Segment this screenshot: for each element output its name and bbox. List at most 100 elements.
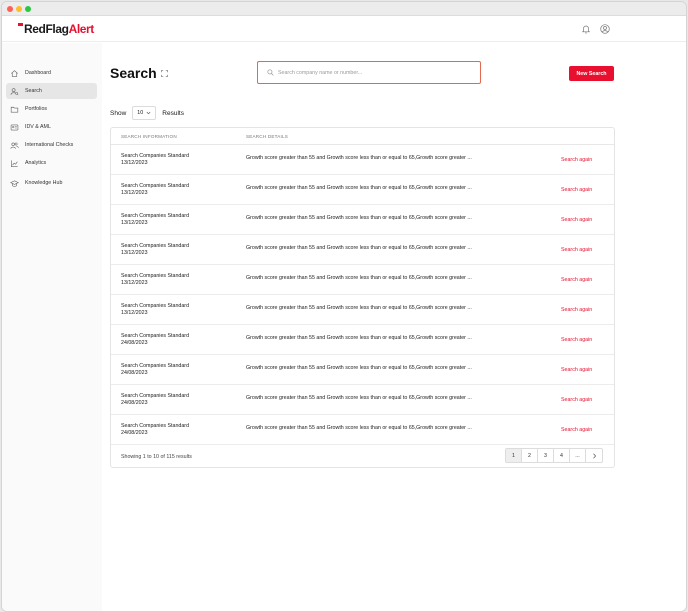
table-header: SEARCH INFORMATION SEARCH DETAILS xyxy=(111,128,614,145)
search-details: Growth score greater than 55 and Growth … xyxy=(246,395,472,401)
column-header-search-information: SEARCH INFORMATION xyxy=(121,134,177,139)
sidebar-item-label: Analytics xyxy=(25,160,47,166)
page-size-value: 10 xyxy=(137,110,144,116)
search-type: Search Companies Standard xyxy=(121,213,190,219)
sidebar-item-label: Portfolios xyxy=(25,106,48,112)
page-ellipsis[interactable]: ... xyxy=(570,449,586,462)
users-icon xyxy=(10,142,19,149)
sidebar-item-label: International Checks xyxy=(25,142,74,148)
search-again-link[interactable]: Search again xyxy=(561,337,592,343)
search-date: 24/08/2023 xyxy=(121,340,148,347)
search-date: 13/12/2023 xyxy=(121,160,148,167)
table-row: Search Companies Standard 13/12/2023 Grow… xyxy=(111,235,614,265)
user-search-icon xyxy=(10,87,19,95)
search-again-link[interactable]: Search again xyxy=(561,307,592,313)
search-history-table: SEARCH INFORMATION SEARCH DETAILS Search… xyxy=(110,127,615,468)
bell-icon[interactable] xyxy=(581,24,591,34)
search-date: 13/12/2023 xyxy=(121,280,148,287)
search-date: 24/08/2023 xyxy=(121,400,148,407)
search-again-link[interactable]: Search again xyxy=(561,187,592,193)
search-details: Growth score greater than 55 and Growth … xyxy=(246,185,472,191)
logo-text-alert: Alert xyxy=(68,22,95,36)
user-account-icon[interactable] xyxy=(600,24,610,34)
search-info-cell: Search Companies Standard 13/12/2023 xyxy=(121,183,189,198)
search-again-link[interactable]: Search again xyxy=(561,247,592,253)
page-button-1[interactable]: 1 xyxy=(506,449,522,462)
page-size-control: Show 10 Results xyxy=(110,106,184,120)
page-title: Search xyxy=(110,65,157,81)
sidebar-item-search[interactable]: Search xyxy=(6,83,97,99)
top-bar: Red Flag Alert xyxy=(2,16,686,42)
search-details: Growth score greater than 55 and Growth … xyxy=(246,275,472,281)
search-type: Search Companies Standard xyxy=(121,303,190,309)
search-type: Search Companies Standard xyxy=(121,423,190,429)
pagination: 1 2 3 4 ... xyxy=(505,448,603,463)
maximize-window-button[interactable] xyxy=(25,6,31,12)
search-again-link[interactable]: Search again xyxy=(561,157,592,163)
sidebar-item-analytics[interactable]: Analytics xyxy=(6,155,97,171)
search-info-cell: Search Companies Standard 13/12/2023 xyxy=(121,153,189,168)
logo-text-flag: Flag xyxy=(45,22,69,36)
sidebar-item-idv-aml[interactable]: IDV & AML xyxy=(6,119,97,135)
sidebar-item-label: IDV & AML xyxy=(25,124,51,130)
search-type: Search Companies Standard xyxy=(121,333,190,339)
sidebar-item-dashboard[interactable]: Dashboard xyxy=(6,65,97,81)
page-button-4[interactable]: 4 xyxy=(554,449,570,462)
company-search-box[interactable] xyxy=(257,61,481,84)
search-again-link[interactable]: Search again xyxy=(561,427,592,433)
sidebar-item-label: Search xyxy=(25,88,42,94)
expand-icon[interactable] xyxy=(161,70,168,77)
sidebar-item-portfolios[interactable]: Portfolios xyxy=(6,101,97,117)
chart-icon xyxy=(11,159,18,167)
table-row: Search Companies Standard 24/08/2023 Grow… xyxy=(111,385,614,415)
search-details: Growth score greater than 55 and Growth … xyxy=(246,305,472,311)
column-header-search-details: SEARCH DETAILS xyxy=(246,134,289,139)
search-again-link[interactable]: Search again xyxy=(561,277,592,283)
search-again-link[interactable]: Search again xyxy=(561,367,592,373)
new-search-button[interactable]: New Search xyxy=(569,66,614,81)
window-titlebar xyxy=(2,2,686,16)
close-window-button[interactable] xyxy=(7,6,13,12)
sidebar: Dashboard Search Portfolios IDV & AML In… xyxy=(2,43,102,611)
search-info-cell: Search Companies Standard 13/12/2023 xyxy=(121,213,189,228)
search-type: Search Companies Standard xyxy=(121,363,190,369)
search-info-cell: Search Companies Standard 13/12/2023 xyxy=(121,243,189,258)
page-size-select[interactable]: 10 xyxy=(132,106,157,120)
search-date: 13/12/2023 xyxy=(121,220,148,227)
table-row: Search Companies Standard 24/08/2023 Grow… xyxy=(111,415,614,445)
search-info-cell: Search Companies Standard 24/08/2023 xyxy=(121,423,189,438)
results-label: Results xyxy=(162,109,184,117)
table-row: Search Companies Standard 13/12/2023 Grow… xyxy=(111,145,614,175)
minimize-window-button[interactable] xyxy=(16,6,22,12)
page-button-2[interactable]: 2 xyxy=(522,449,538,462)
sidebar-item-label: Dashboard xyxy=(25,70,51,76)
chevron-down-icon xyxy=(146,111,151,115)
search-again-link[interactable]: Search again xyxy=(561,217,592,223)
page-button-3[interactable]: 3 xyxy=(538,449,554,462)
search-date: 24/08/2023 xyxy=(121,370,148,377)
graduation-cap-icon xyxy=(10,179,19,187)
search-again-link[interactable]: Search again xyxy=(561,397,592,403)
table-row: Search Companies Standard 13/12/2023 Grow… xyxy=(111,205,614,235)
search-date: 24/08/2023 xyxy=(121,430,148,437)
table-row: Search Companies Standard 13/12/2023 Grow… xyxy=(111,265,614,295)
search-type: Search Companies Standard xyxy=(121,153,190,159)
id-card-icon xyxy=(10,124,19,130)
table-row: Search Companies Standard 13/12/2023 Grow… xyxy=(111,175,614,205)
search-details: Growth score greater than 55 and Growth … xyxy=(246,335,472,341)
sidebar-item-knowledge-hub[interactable]: Knowledge Hub xyxy=(6,175,97,191)
search-info-cell: Search Companies Standard 24/08/2023 xyxy=(121,393,189,408)
search-details: Growth score greater than 55 and Growth … xyxy=(246,365,472,371)
search-date: 13/12/2023 xyxy=(121,190,148,197)
search-details: Growth score greater than 55 and Growth … xyxy=(246,155,472,161)
search-input[interactable] xyxy=(278,69,458,76)
redflagalert-logo[interactable]: Red Flag Alert xyxy=(18,22,94,36)
home-icon xyxy=(11,69,18,77)
show-label: Show xyxy=(110,109,127,117)
next-page-button[interactable] xyxy=(586,449,602,462)
table-row: Search Companies Standard 24/08/2023 Grow… xyxy=(111,325,614,355)
search-details: Growth score greater than 55 and Growth … xyxy=(246,215,472,221)
search-info-cell: Search Companies Standard 13/12/2023 xyxy=(121,273,189,288)
sidebar-item-international-checks[interactable]: International Checks xyxy=(6,137,97,153)
table-row: Search Companies Standard 13/12/2023 Grow… xyxy=(111,295,614,325)
